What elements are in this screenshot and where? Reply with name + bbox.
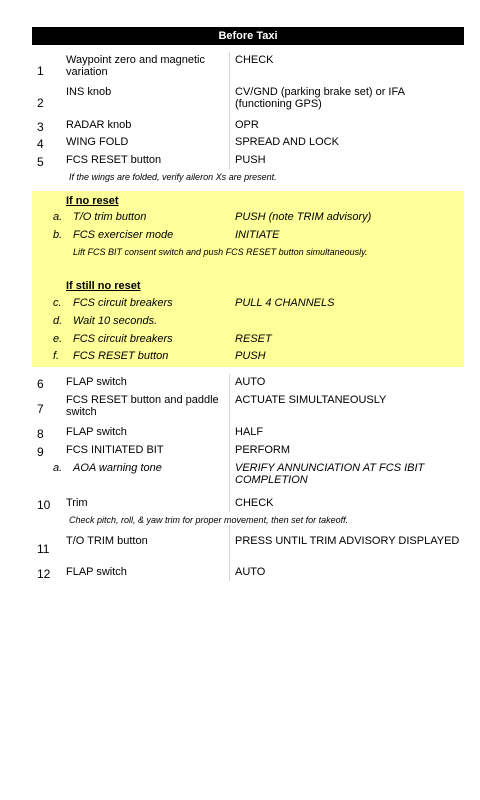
step-number: 10 <box>37 498 51 512</box>
substep-letter: f. <box>53 350 60 362</box>
step-item: FLAP switch <box>66 566 127 578</box>
checklist-row: 7 FCS RESET button and paddle switch ACT… <box>32 394 464 424</box>
substep-action: VERIFY ANNUNCIATION AT FCS IBIT COMPLETI… <box>235 462 425 486</box>
step-item: T/O TRIM button <box>66 535 148 547</box>
step-number: 11 <box>37 542 50 556</box>
checklist-row: 2 INS knob CV/GND (parking brake set) or… <box>32 86 464 116</box>
substep-item: FCS exerciser mode <box>73 229 174 241</box>
step-item: FCS INITIATED BIT <box>66 444 164 456</box>
checklist-row: 1 Waypoint zero and magnetic variation C… <box>32 54 464 84</box>
step-note: Check pitch, roll, & yaw trim for proper… <box>69 515 349 525</box>
step-action: AUTO <box>235 566 266 578</box>
substep-action: PULL 4 CHANNELS <box>235 297 335 309</box>
substep-letter: b. <box>53 229 63 241</box>
conditional-block: If no reset a. T/O trim button PUSH (not… <box>32 191 464 367</box>
substep-letter: d. <box>53 315 63 327</box>
substep-letter: c. <box>53 297 62 309</box>
step-item: FLAP switch <box>66 376 127 388</box>
checklist-title: Before Taxi <box>32 27 464 45</box>
step-action: PRESS UNTIL TRIM ADVISORY DISPLAYED <box>235 535 460 547</box>
step-number: 4 <box>37 137 44 151</box>
condition-heading: If no reset <box>66 195 119 207</box>
substep-letter: e. <box>53 333 63 345</box>
step-item: Waypoint zero and magnetic variation <box>66 54 205 78</box>
step-action: CHECK <box>235 54 274 66</box>
step-action: PERFORM <box>235 444 290 456</box>
step-action: HALF <box>235 426 264 438</box>
checklist-row: 6 FLAP switch AUTO <box>32 376 464 392</box>
substep-item: FCS circuit breakers <box>73 333 173 345</box>
step-action: PUSH <box>235 154 266 166</box>
substep-letter: a. <box>53 462 63 474</box>
checklist-row: 8 FLAP switch HALF <box>32 426 464 442</box>
step-number: 9 <box>37 445 44 459</box>
checklist-row: 5 FCS RESET button PUSH <box>32 154 464 170</box>
step-number: 8 <box>37 427 44 441</box>
step-action: SPREAD AND LOCK <box>235 136 339 148</box>
step-action: CHECK <box>235 497 274 509</box>
checklist-row: 12 FLAP switch AUTO <box>32 566 464 582</box>
step-item: INS knob <box>66 86 112 98</box>
step-action: ACTUATE SIMULTANEOUSLY <box>235 394 387 406</box>
step-number: 6 <box>37 377 44 391</box>
checklist-row: 4 WING FOLD SPREAD AND LOCK <box>32 136 464 152</box>
checklist-row: 11 T/O TRIM button PRESS UNTIL TRIM ADVI… <box>32 535 464 565</box>
step-item: FLAP switch <box>66 426 127 438</box>
substep-action: RESET <box>235 333 272 345</box>
step-item: FCS RESET button <box>66 154 162 166</box>
step-action: CV/GND (parking brake set) or IFA (funct… <box>235 86 405 110</box>
checklist-row: 10 Trim CHECK <box>32 497 464 513</box>
substep-note: Lift FCS BIT consent switch and push FCS… <box>73 247 368 257</box>
step-number: 3 <box>37 120 44 134</box>
step-item: RADAR knob <box>66 119 132 131</box>
substep-item: FCS RESET button <box>73 350 169 362</box>
checklist-row: 3 RADAR knob OPR <box>32 119 464 135</box>
substep-item: Wait 10 seconds. <box>73 315 158 327</box>
step-number: 1 <box>37 64 44 78</box>
step-number: 12 <box>37 567 51 581</box>
substep-item: FCS circuit breakers <box>73 297 173 309</box>
checklist-subrow: a. AOA warning tone VERIFY ANNUNCIATION … <box>32 462 464 492</box>
condition-heading: If still no reset <box>66 280 141 292</box>
step-item: WING FOLD <box>66 136 129 148</box>
substep-action: INITIATE <box>235 229 280 241</box>
step-note: If the wings are folded, verify aileron … <box>69 172 277 182</box>
substep-action: PUSH (note TRIM advisory) <box>235 211 372 223</box>
substep-letter: a. <box>53 211 63 223</box>
step-item: Trim <box>66 497 88 509</box>
step-action: OPR <box>235 119 259 131</box>
substep-action: PUSH <box>235 350 266 362</box>
substep-item: AOA warning tone <box>73 462 162 474</box>
step-item: FCS RESET button and paddle switch <box>66 394 219 418</box>
checklist-row: 9 FCS INITIATED BIT PERFORM <box>32 444 464 460</box>
substep-item: T/O trim button <box>73 211 147 223</box>
step-number: 2 <box>37 96 44 110</box>
step-number: 7 <box>37 402 44 416</box>
step-number: 5 <box>37 155 44 169</box>
step-action: AUTO <box>235 376 266 388</box>
